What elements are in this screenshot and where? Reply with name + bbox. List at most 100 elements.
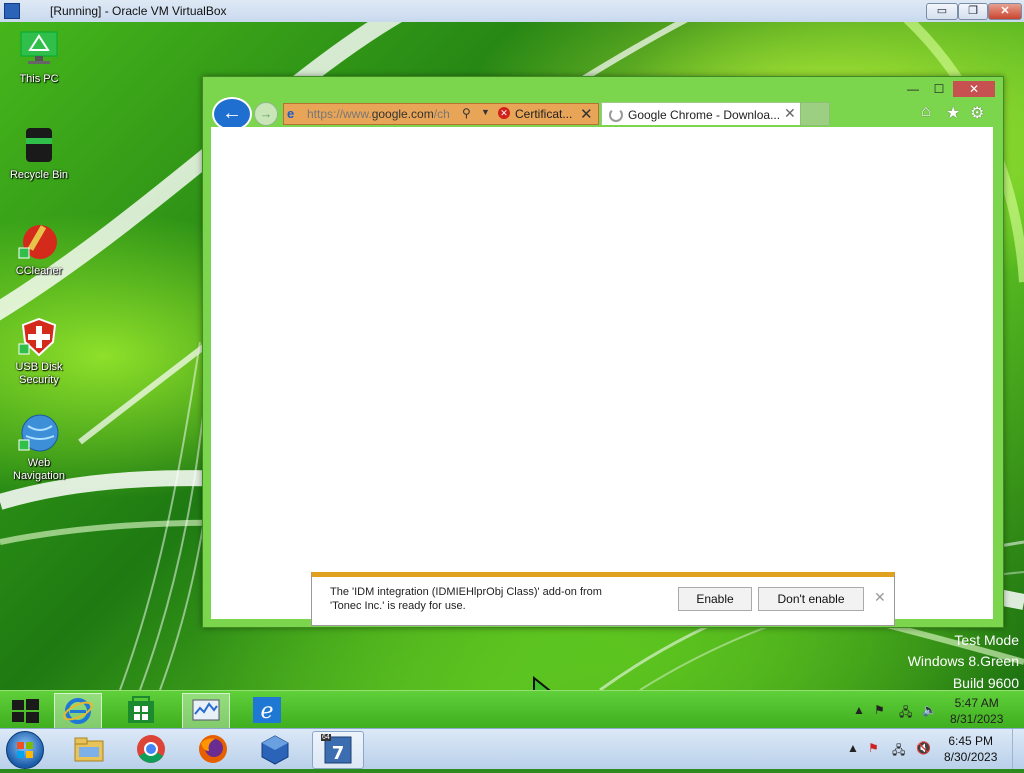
folder-icon bbox=[74, 737, 104, 762]
desktop-icon-label: This PC bbox=[19, 73, 59, 85]
desktop-icon-label: USB Disk Security bbox=[15, 361, 63, 386]
windows-logo-icon bbox=[12, 699, 39, 723]
tab-google-chrome-download[interactable]: Google Chrome - Downloa... ✕ bbox=[601, 102, 801, 125]
ie-minimize-button[interactable]: — bbox=[901, 81, 925, 97]
guest-clock[interactable]: 5:47 AM 8/31/2023 bbox=[950, 695, 1003, 727]
store-icon bbox=[128, 696, 154, 723]
page-content[interactable] bbox=[211, 127, 993, 619]
desktop-icon-label: CCleaner bbox=[15, 265, 63, 277]
desktop-icon-this-pc[interactable]: This PC bbox=[4, 28, 74, 86]
host-start-orb[interactable] bbox=[6, 731, 44, 769]
tools-gear-icon[interactable]: ⚙ bbox=[970, 103, 984, 123]
volume-icon[interactable]: 🔈 bbox=[922, 703, 937, 717]
firefox-icon bbox=[199, 735, 227, 763]
url-suffix: /ch bbox=[433, 107, 450, 121]
host-taskbar-vm-running[interactable]: 7 64 bbox=[312, 731, 364, 769]
test-mode-watermark: Test Mode bbox=[954, 632, 1019, 648]
desktop-icon-usb-disk-security[interactable]: USB Disk Security bbox=[4, 316, 74, 387]
dont-enable-button[interactable]: Don't enable bbox=[758, 587, 864, 611]
guest-start-button[interactable] bbox=[2, 693, 48, 727]
host-close-button[interactable]: ✕ bbox=[988, 3, 1022, 20]
chevron-down-icon[interactable]: ▼ bbox=[481, 107, 490, 117]
guest-taskbar-ie-blue[interactable]: e bbox=[244, 693, 290, 727]
usb-disk-security-icon bbox=[18, 316, 60, 358]
ie-window: — ☐ ✕ ← → e https://www.google.com/ch ⚲ … bbox=[202, 76, 1004, 628]
desktop-icon-ccleaner[interactable]: CCleaner bbox=[4, 220, 74, 278]
windows-edition-watermark: Windows 8.Green bbox=[907, 653, 1019, 669]
guest-clock-date: 8/31/2023 bbox=[950, 712, 1004, 726]
notification-message: The 'IDM integration (IDMIEHlprObj Class… bbox=[330, 585, 602, 613]
internet-explorer-icon bbox=[63, 698, 93, 724]
network-icon[interactable]: 🖧 bbox=[899, 703, 912, 724]
enable-button[interactable]: Enable bbox=[678, 587, 752, 611]
host-taskbar-virtualbox[interactable] bbox=[250, 731, 300, 767]
host-restore-button[interactable]: ❐ bbox=[958, 3, 988, 20]
host-title-bar: [Running] - Oracle VM VirtualBox ▭ ❐ ✕ bbox=[0, 0, 1024, 23]
address-bar[interactable]: e https://www.google.com/ch ⚲ ▼ ✕ Certif… bbox=[283, 103, 599, 125]
back-arrow-icon: ← bbox=[222, 102, 242, 124]
notification-line-1: The 'IDM integration (IDMIEHlprObj Class… bbox=[330, 586, 602, 598]
guest-desktop[interactable]: This PC Recycle Bin CCleaner USB Disk Se… bbox=[0, 22, 1024, 690]
guest-clock-time: 5:47 AM bbox=[954, 696, 999, 710]
ccleaner-icon bbox=[18, 220, 60, 262]
forward-arrow-icon: → bbox=[259, 106, 273, 121]
desktop-icon-label: Web Navigation bbox=[13, 457, 65, 482]
host-taskbar: 7 64 ▲ ⚑ 🖧 🔇 6:45 PM 8/30/2023 bbox=[0, 728, 1024, 769]
recycle-bin-icon bbox=[18, 124, 60, 166]
host-clock-time: 6:45 PM bbox=[948, 734, 994, 748]
desktop-icon-recycle-bin[interactable]: Recycle Bin bbox=[4, 124, 74, 182]
internet-explorer-tile-icon: e bbox=[253, 697, 281, 724]
host-taskbar-explorer[interactable] bbox=[64, 731, 114, 767]
url-prefix: https://www. bbox=[307, 107, 372, 121]
show-desktop-button[interactable] bbox=[1012, 729, 1024, 769]
favorites-star-icon[interactable]: ★ bbox=[946, 103, 960, 123]
network-disconnected-icon[interactable]: 🖧 bbox=[892, 741, 905, 762]
address-url[interactable]: https://www.google.com/ch bbox=[307, 107, 457, 121]
ie-page-icon: e bbox=[287, 106, 295, 121]
url-host: google.com bbox=[371, 107, 434, 121]
guest-taskbar: e ▲ ⚑ 🖧 🔈 5:47 AM 8/31/2023 bbox=[0, 690, 1024, 729]
ie-maximize-button[interactable]: ☐ bbox=[927, 81, 951, 97]
guest-taskbar-resource-monitor[interactable] bbox=[182, 693, 230, 729]
svg-text:7: 7 bbox=[332, 743, 345, 764]
this-pc-icon bbox=[18, 28, 60, 70]
addon-notification-bar: The 'IDM integration (IDMIEHlprObj Class… bbox=[311, 572, 895, 626]
back-button[interactable]: ← bbox=[212, 97, 252, 131]
host-taskbar-chrome[interactable] bbox=[126, 731, 176, 767]
virtualbox-cube-icon bbox=[261, 735, 289, 765]
host-taskbar-firefox[interactable] bbox=[188, 731, 238, 767]
forward-button[interactable]: → bbox=[254, 102, 278, 126]
new-tab-button[interactable] bbox=[800, 102, 830, 126]
svg-text:e: e bbox=[260, 699, 273, 724]
desktop-icon-label: Recycle Bin bbox=[9, 169, 69, 181]
certificate-error-icon[interactable]: ✕ bbox=[498, 107, 510, 119]
chrome-icon bbox=[137, 735, 165, 763]
virtualbox-icon[interactable] bbox=[4, 3, 20, 19]
guest-tray-arrow-icon[interactable]: ▲ bbox=[853, 703, 865, 717]
host-minimize-button[interactable]: ▭ bbox=[926, 3, 958, 20]
notification-close-icon[interactable]: ✕ bbox=[874, 589, 886, 606]
guest-taskbar-store[interactable] bbox=[118, 693, 164, 727]
host-clock[interactable]: 6:45 PM 8/30/2023 bbox=[944, 733, 997, 765]
ie-close-button[interactable]: ✕ bbox=[953, 81, 995, 97]
action-center-flag-icon[interactable]: ⚑ bbox=[874, 703, 885, 717]
host-tray-arrow-icon[interactable]: ▲ bbox=[847, 741, 859, 755]
home-icon[interactable]: ⌂ bbox=[921, 103, 931, 121]
monitor-chart-icon bbox=[192, 699, 220, 721]
guest-taskbar-ie[interactable] bbox=[54, 693, 102, 729]
stop-icon[interactable]: ✕ bbox=[580, 105, 593, 123]
windows-flag-icon bbox=[17, 742, 33, 758]
notification-line-2: 'Tonec Inc.' is ready for use. bbox=[330, 600, 466, 612]
host-clock-date: 8/30/2023 bbox=[944, 750, 998, 764]
web-navigation-icon bbox=[18, 412, 60, 454]
host-window-title: [Running] - Oracle VM VirtualBox bbox=[50, 4, 227, 18]
build-watermark: Build 9600 bbox=[952, 675, 1019, 690]
loading-spinner-icon bbox=[609, 108, 623, 122]
volume-muted-icon[interactable]: 🔇 bbox=[916, 741, 931, 755]
certificate-error-label[interactable]: Certificat... bbox=[515, 107, 572, 121]
tab-close-icon[interactable]: ✕ bbox=[784, 105, 796, 122]
search-icon[interactable]: ⚲ bbox=[462, 106, 471, 120]
vm-bitness-badge: 64 bbox=[321, 734, 331, 741]
action-center-error-icon[interactable]: ⚑ bbox=[868, 741, 879, 755]
desktop-icon-web-navigation[interactable]: Web Navigation bbox=[4, 412, 74, 483]
